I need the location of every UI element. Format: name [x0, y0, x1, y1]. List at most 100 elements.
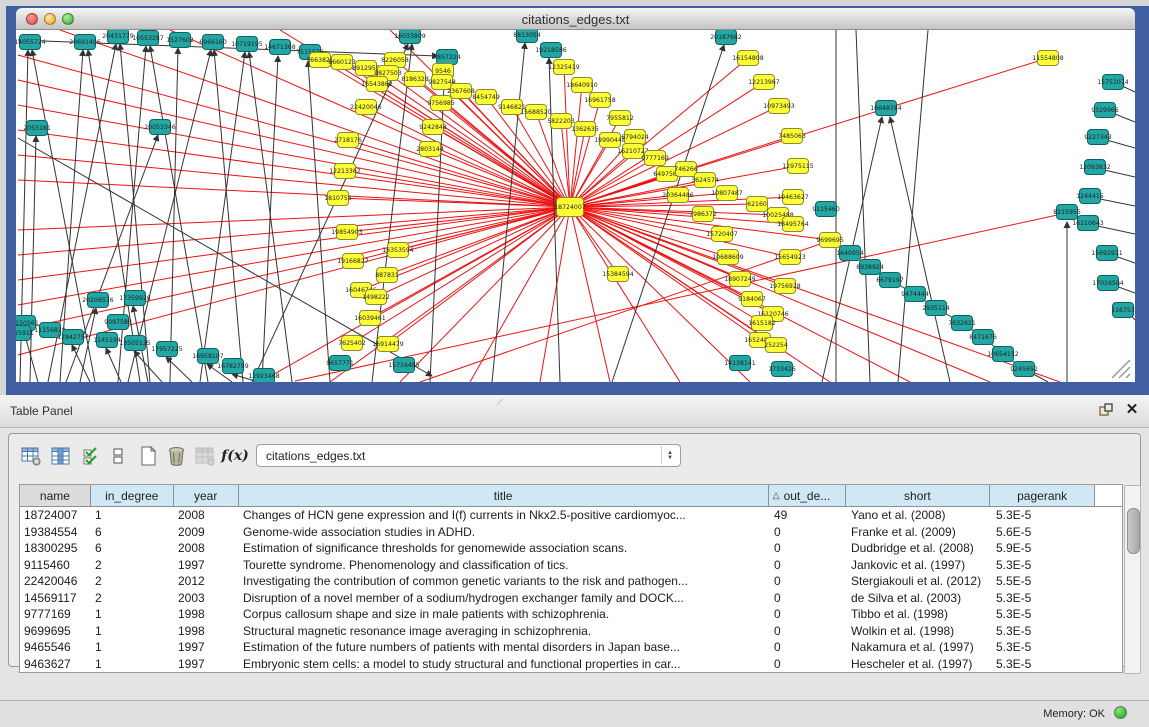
graph-node[interactable]: 8938924 [856, 260, 884, 275]
table-row[interactable]: 911546021997Tourette syndrome. Phenomeno… [20, 557, 1122, 574]
column-header-out_de[interactable]: △out_de... [769, 485, 846, 507]
graph-node[interactable]: 2053181 [23, 121, 51, 136]
graph-node[interactable]: 6794024 [621, 130, 649, 145]
graph-node[interactable]: 12213967 [748, 75, 780, 90]
graph-node[interactable]: 15654923 [774, 250, 806, 265]
graph-node[interactable]: 9657771 [326, 356, 354, 371]
graph-node[interactable]: 14671368 [264, 40, 296, 55]
graph-node[interactable]: 12093832 [1079, 160, 1111, 175]
graph-node[interactable]: 17359928 [119, 291, 151, 306]
table-row[interactable]: 977716911998Corpus callosum shape and si… [20, 606, 1122, 623]
graph-node[interactable]: 9474444 [901, 287, 929, 302]
column-header-title[interactable]: title [239, 485, 769, 507]
graph-node[interactable]: 1145194 [93, 333, 121, 348]
graph-node[interactable]: 17016504 [1092, 276, 1124, 291]
graph-node[interactable]: 1810755 [324, 191, 352, 206]
graph-node[interactable]: 10553287 [132, 31, 164, 46]
graph-node[interactable]: 16039461 [354, 311, 386, 326]
graph-node[interactable]: 3624574 [691, 173, 719, 188]
graph-node[interactable]: 1362635 [571, 122, 599, 137]
show-columns-icon[interactable] [49, 443, 73, 469]
graph-node[interactable]: 19166827 [337, 254, 369, 269]
graph-node[interactable]: 16033809 [394, 30, 426, 44]
graph-node[interactable]: 7632621 [948, 316, 976, 331]
table-row[interactable]: 1830029562008Estimation of significance … [20, 540, 1122, 557]
graph-node[interactable]: 16961758 [584, 93, 616, 108]
column-header-in_degree[interactable]: in_degree [91, 485, 174, 507]
table-row[interactable]: 946554611997Estimation of the future num… [20, 639, 1122, 656]
graph-node[interactable]: 7485063 [778, 129, 806, 144]
graph-node[interactable]: 9699695 [816, 233, 844, 248]
select-columns-icon[interactable] [79, 443, 103, 469]
graph-node[interactable]: 12975115 [782, 159, 814, 174]
graph-node[interactable]: 9097588 [104, 315, 132, 330]
graph-node[interactable]: 7625402 [338, 336, 366, 351]
graph-node[interactable]: 9227343 [1084, 130, 1112, 145]
graph-node[interactable]: 10807487 [711, 186, 743, 201]
graph-node[interactable]: 19463627 [777, 190, 809, 205]
graph-node[interactable]: 16648784 [870, 101, 902, 116]
graph-node[interactable]: 2803144 [416, 142, 444, 157]
graph-node[interactable]: 10688609 [712, 250, 744, 265]
float-panel-icon[interactable] [1098, 402, 1114, 418]
graph-node[interactable]: 9756985 [427, 96, 455, 111]
graph-node[interactable]: 9115460 [812, 202, 840, 217]
graph-node[interactable]: 7955812 [606, 111, 634, 126]
graph-node[interactable]: 17957225 [151, 342, 183, 357]
graph-node[interactable]: 116753 [1111, 303, 1135, 318]
network-view-canvas[interactable]: 18724007 14055724 206914062043177910553287… [16, 30, 1135, 382]
graph-node[interactable]: 8454749 [472, 90, 500, 105]
table-mode-icon[interactable] [19, 443, 43, 469]
canvas-resize-grip[interactable] [1112, 360, 1130, 378]
close-panel-icon[interactable]: ✕ [1124, 402, 1140, 418]
table-row[interactable]: 1938455462009Genome-wide association stu… [20, 524, 1122, 541]
graph-node[interactable]: 12923468 [248, 369, 280, 383]
graph-node[interactable]: 8186328 [401, 72, 429, 87]
table-select-dropdown[interactable]: citations_edges.txt ▲▼ [256, 444, 681, 467]
graph-node[interactable]: 9242848 [419, 120, 447, 135]
graph-node[interactable]: 20691406 [69, 35, 101, 50]
function-builder-icon[interactable]: f(x) [223, 443, 247, 469]
graph-node[interactable]: 18640910 [566, 78, 598, 93]
graph-node[interactable]: 62160 [747, 197, 768, 212]
graph-node[interactable]: 1733426 [768, 362, 796, 377]
delete-table-icon-disabled[interactable] [193, 443, 217, 469]
graph-node[interactable]: 15692971 [1091, 246, 1123, 261]
graph-node[interactable]: 14138141 [724, 356, 756, 371]
table-row[interactable]: 1872400712008Changes of HCN gene express… [20, 507, 1122, 524]
graph-node[interactable]: 9329966 [1091, 103, 1119, 118]
graph-node[interactable]: 252254 [764, 338, 788, 353]
graph-node[interactable]: 16958107 [192, 349, 224, 364]
graph-node[interactable]: 19756928 [769, 279, 801, 294]
graph-node[interactable]: 1244415 [1076, 189, 1104, 204]
table-vertical-scrollbar[interactable] [1124, 485, 1141, 674]
graph-node[interactable]: 9184067 [738, 292, 766, 307]
graph-node[interactable]: 6966160 [199, 35, 227, 50]
delete-column-icon[interactable] [164, 443, 188, 469]
graph-node[interactable]: 20187682 [710, 30, 742, 45]
graph-node[interactable]: 20431779 [102, 30, 134, 44]
graph-node[interactable]: 2935114 [922, 301, 950, 316]
graph-node[interactable]: 8813054 [513, 30, 541, 43]
graph-node[interactable]: 2367608 [447, 84, 475, 99]
column-header-short[interactable]: short [846, 485, 991, 507]
graph-node[interactable]: 12325419 [548, 60, 580, 75]
table-row[interactable]: 946362711997Embryonic stem cells: a mode… [20, 656, 1122, 673]
graph-node[interactable]: 7857224 [433, 50, 461, 65]
graph-node[interactable]: 7986372 [689, 207, 717, 222]
graph-node[interactable]: 19218586 [535, 43, 567, 58]
graph-node[interactable]: 1640954 [836, 246, 864, 261]
graph-node[interactable]: 14055724 [16, 35, 46, 50]
graph-node[interactable]: 20053346 [144, 120, 176, 135]
graph-node[interactable]: 20206576 [82, 293, 114, 308]
graph-node[interactable]: 2718176 [334, 133, 362, 148]
graph-node[interactable]: 9777169 [641, 151, 669, 166]
graph-node[interactable]: 12213362 [329, 164, 361, 179]
graph-node[interactable]: 15384594 [602, 267, 634, 282]
graph-node[interactable]: 8471676 [969, 330, 997, 345]
row-options-icon[interactable] [106, 443, 130, 469]
graph-node[interactable]: 18724007 [554, 198, 586, 217]
column-header-pagerank[interactable]: pagerank [990, 485, 1095, 507]
graph-node[interactable]: 16782759 [217, 359, 249, 374]
graph-node[interactable]: 6679197 [876, 273, 904, 288]
